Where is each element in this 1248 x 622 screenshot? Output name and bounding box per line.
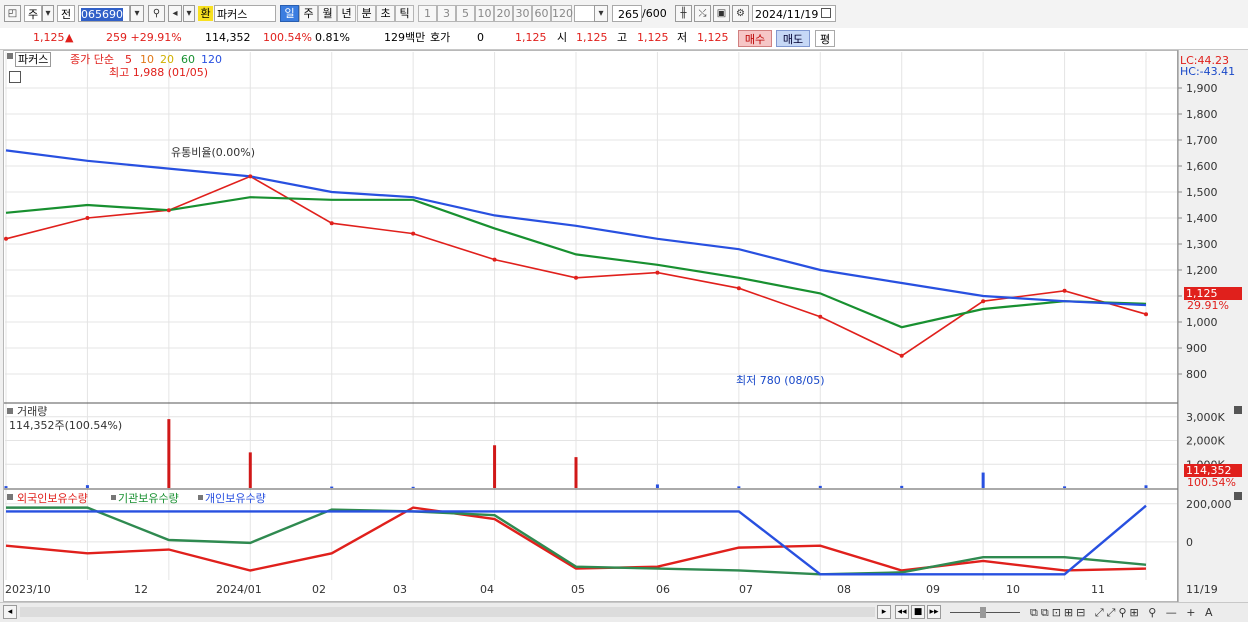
price-point — [1062, 288, 1067, 293]
price-point — [492, 257, 497, 262]
y-tick-label: 1,200 — [1186, 264, 1218, 277]
ma-legend-5: 5 — [125, 53, 132, 66]
high-annotation: 최고 1,988 (01/05) — [109, 66, 209, 79]
x-tick: 10 — [1006, 583, 1020, 596]
holding-tick-label: 200,000 — [1186, 498, 1232, 511]
legend-dot — [111, 495, 116, 500]
pane-handle-icon[interactable] — [7, 494, 13, 500]
rewind-icon[interactable]: ◂◂ — [895, 605, 909, 619]
ma-legend-120: 120 — [201, 53, 222, 66]
pane-close-icon[interactable] — [1234, 406, 1242, 414]
volume-bar — [981, 472, 985, 488]
forward-icon[interactable]: ▸▸ — [927, 605, 941, 619]
volume-bar — [655, 484, 659, 488]
ma-legend-10: 10 — [140, 53, 154, 66]
volume-bar — [85, 485, 89, 488]
price-point — [574, 275, 578, 280]
y-tick-label: 800 — [1186, 368, 1207, 381]
volume-bar — [330, 486, 334, 488]
volume-bar — [493, 445, 497, 488]
y-tick-label: 1,900 — [1186, 82, 1218, 95]
price-point — [736, 286, 741, 291]
current-change-tag: 29.91% — [1187, 299, 1229, 312]
volume-bar — [167, 419, 171, 488]
scroll-track[interactable] — [20, 607, 875, 617]
y-tick-label: 1,000 — [1186, 316, 1218, 329]
ma-legend-60: 60 — [181, 53, 195, 66]
y-tick-label: 1,300 — [1186, 238, 1218, 251]
calculator-icon[interactable] — [9, 71, 21, 83]
stop-icon[interactable]: ■ — [911, 605, 925, 619]
volume-bar — [248, 452, 252, 488]
scroll-left-icon[interactable]: ◂ — [3, 605, 17, 619]
volume-bar — [4, 486, 8, 488]
hc-label: HC:-43.41 — [1180, 65, 1236, 78]
foreign-holding-title: 외국인보유수량 — [17, 492, 88, 505]
stock-name-chip: 파커스 — [15, 52, 52, 67]
volume-bar — [900, 485, 904, 488]
float-ratio-label: 유통비율(0.00%) — [171, 146, 256, 159]
volume-bar — [1063, 486, 1067, 488]
price-point — [329, 221, 334, 226]
x-tick: 02 — [312, 583, 326, 596]
pane-close-icon[interactable] — [1234, 492, 1242, 500]
zoom-slider-thumb[interactable] — [980, 607, 986, 618]
x-tick: 11 — [1091, 583, 1105, 596]
low-annotation: 최저 780 (08/05) — [736, 374, 825, 387]
volume-tick-label: 3,000K — [1186, 411, 1225, 424]
x-tick: 08 — [837, 583, 851, 596]
institution-holding-title: 기관보유수량 — [118, 492, 179, 505]
x-tick: 03 — [393, 583, 407, 596]
x-tick: 11/19 — [1186, 583, 1218, 596]
price-point — [981, 299, 986, 304]
price-point — [248, 174, 253, 179]
volume-value-text: 114,352주(100.54%) — [9, 419, 123, 432]
drawing-tools-icon[interactable]: ⧉⧉⊡⊞⊟ ⤢⤢⚲⊞ ⚲ — + A — [1030, 606, 1216, 620]
ma-legend-20: 20 — [160, 53, 174, 66]
x-tick: 2024/01 — [216, 583, 262, 596]
volume-bar — [1144, 485, 1148, 488]
x-tick: 04 — [480, 583, 494, 596]
price-point — [655, 270, 660, 275]
y-tick-label: 1,800 — [1186, 108, 1218, 121]
pane-handle-icon[interactable] — [7, 53, 13, 59]
volume-bar — [574, 457, 578, 488]
price-point — [4, 236, 8, 241]
chart-grid: 8009001,0001,1001,2001,3001,4001,5001,60… — [5, 52, 1232, 580]
volume-bar — [411, 486, 415, 488]
y-tick-label: 900 — [1186, 342, 1207, 355]
price-point — [1144, 312, 1148, 317]
volume-bar — [737, 486, 741, 488]
scroll-right-icon[interactable]: ▸ — [877, 605, 891, 619]
chart-scrollbar[interactable]: ◂ ▸ ◂◂ ■ ▸▸ ⧉⧉⊡⊞⊟ ⤢⤢⚲⊞ ⚲ — + A — [0, 602, 1248, 622]
price-point — [899, 353, 904, 358]
x-tick: 12 — [134, 583, 148, 596]
pane-handle-icon[interactable] — [7, 408, 13, 414]
chart-canvas[interactable]: 8009001,0001,1001,2001,3001,4001,5001,60… — [0, 0, 1248, 621]
y-tick-label: 1,500 — [1186, 186, 1218, 199]
x-tick: 07 — [739, 583, 753, 596]
individual-holding-title: 개인보유수량 — [205, 492, 266, 505]
holding-tick-label: 0 — [1186, 536, 1193, 549]
volume-title: 거래량 — [17, 405, 48, 418]
legend-dot — [198, 495, 203, 500]
x-tick: 09 — [926, 583, 940, 596]
price-point — [818, 314, 823, 319]
price-point — [411, 231, 416, 236]
y-tick-label: 1,700 — [1186, 134, 1218, 147]
volume-tick-label: 2,000K — [1186, 435, 1225, 448]
price-point — [166, 208, 171, 213]
y-tick-label: 1,600 — [1186, 160, 1218, 173]
price-point — [85, 216, 90, 220]
x-tick: 06 — [656, 583, 670, 596]
volume-ratio-tag: 100.54% — [1187, 476, 1236, 489]
y-tick-label: 1,400 — [1186, 212, 1218, 225]
x-tick: 2023/10 — [5, 583, 51, 596]
ma-legend-prefix: 종가 단순 — [70, 53, 114, 66]
volume-bar — [818, 485, 822, 488]
x-tick: 05 — [571, 583, 585, 596]
